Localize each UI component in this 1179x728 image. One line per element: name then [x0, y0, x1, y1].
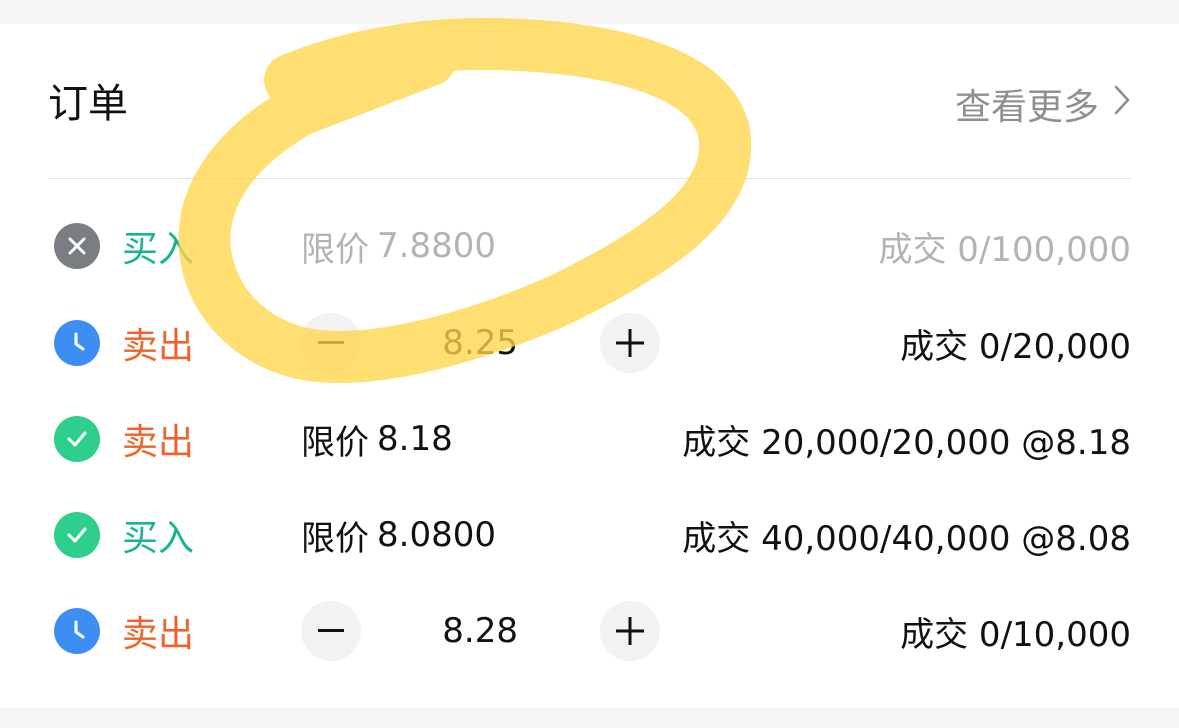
fill-status: 成交 40,000/40,000 @8.08 — [682, 518, 1131, 559]
check-icon — [54, 416, 100, 462]
fill-status: 成交 0/20,000 — [900, 326, 1131, 367]
price-label: 限价 — [301, 422, 369, 463]
price-label: 限价 — [301, 229, 369, 270]
chevron-right-icon — [1113, 84, 1131, 125]
price-value: 8.0800 — [377, 515, 496, 555]
decrease-price-button[interactable] — [301, 601, 361, 661]
order-row[interactable]: 买入 限价 8.0800 成交 40,000/40,000 @8.08 — [48, 500, 1131, 570]
order-side: 买入 — [122, 229, 195, 270]
clock-icon — [54, 320, 100, 366]
view-more-label: 查看更多 — [954, 87, 1099, 128]
orders-card: 订单 查看更多 买入 限价 7.8800 成交 0/100,000 卖出 8.2… — [0, 24, 1179, 708]
increase-price-button[interactable] — [600, 313, 660, 373]
price-label: 限价 — [301, 518, 369, 559]
fill-status: 成交 0/10,000 — [900, 614, 1131, 655]
order-row[interactable]: 卖出 成交 0/20,000 — [48, 308, 1131, 378]
order-price: 限价 7.8800 — [301, 211, 496, 281]
fill-status: 成交 20,000/20,000 @8.18 — [682, 422, 1131, 463]
price-input[interactable] — [368, 611, 518, 651]
order-price: 限价 8.18 — [301, 404, 453, 474]
price-value: 8.18 — [377, 419, 453, 459]
close-icon — [54, 223, 100, 269]
clock-icon — [54, 608, 100, 654]
price-input[interactable] — [368, 323, 518, 363]
order-side: 卖出 — [122, 326, 195, 367]
section-title: 订单 — [48, 81, 128, 127]
order-side: 卖出 — [122, 614, 195, 655]
order-price: 限价 8.0800 — [301, 500, 496, 570]
price-value: 7.8800 — [377, 226, 496, 266]
order-row[interactable]: 卖出 限价 8.18 成交 20,000/20,000 @8.18 — [48, 404, 1131, 474]
decrease-price-button[interactable] — [301, 313, 361, 373]
increase-price-button[interactable] — [600, 601, 660, 661]
order-side: 卖出 — [122, 422, 195, 463]
price-stepper[interactable] — [368, 596, 518, 666]
fill-status: 成交 0/100,000 — [878, 229, 1132, 270]
price-stepper[interactable] — [368, 308, 518, 378]
orders-header: 订单 查看更多 — [48, 24, 1131, 179]
order-side: 买入 — [122, 518, 195, 559]
check-icon — [54, 512, 100, 558]
order-row[interactable]: 卖出 成交 0/10,000 — [48, 596, 1131, 666]
order-row[interactable]: 买入 限价 7.8800 成交 0/100,000 — [48, 211, 1131, 281]
view-more-link[interactable]: 查看更多 — [955, 80, 1131, 128]
